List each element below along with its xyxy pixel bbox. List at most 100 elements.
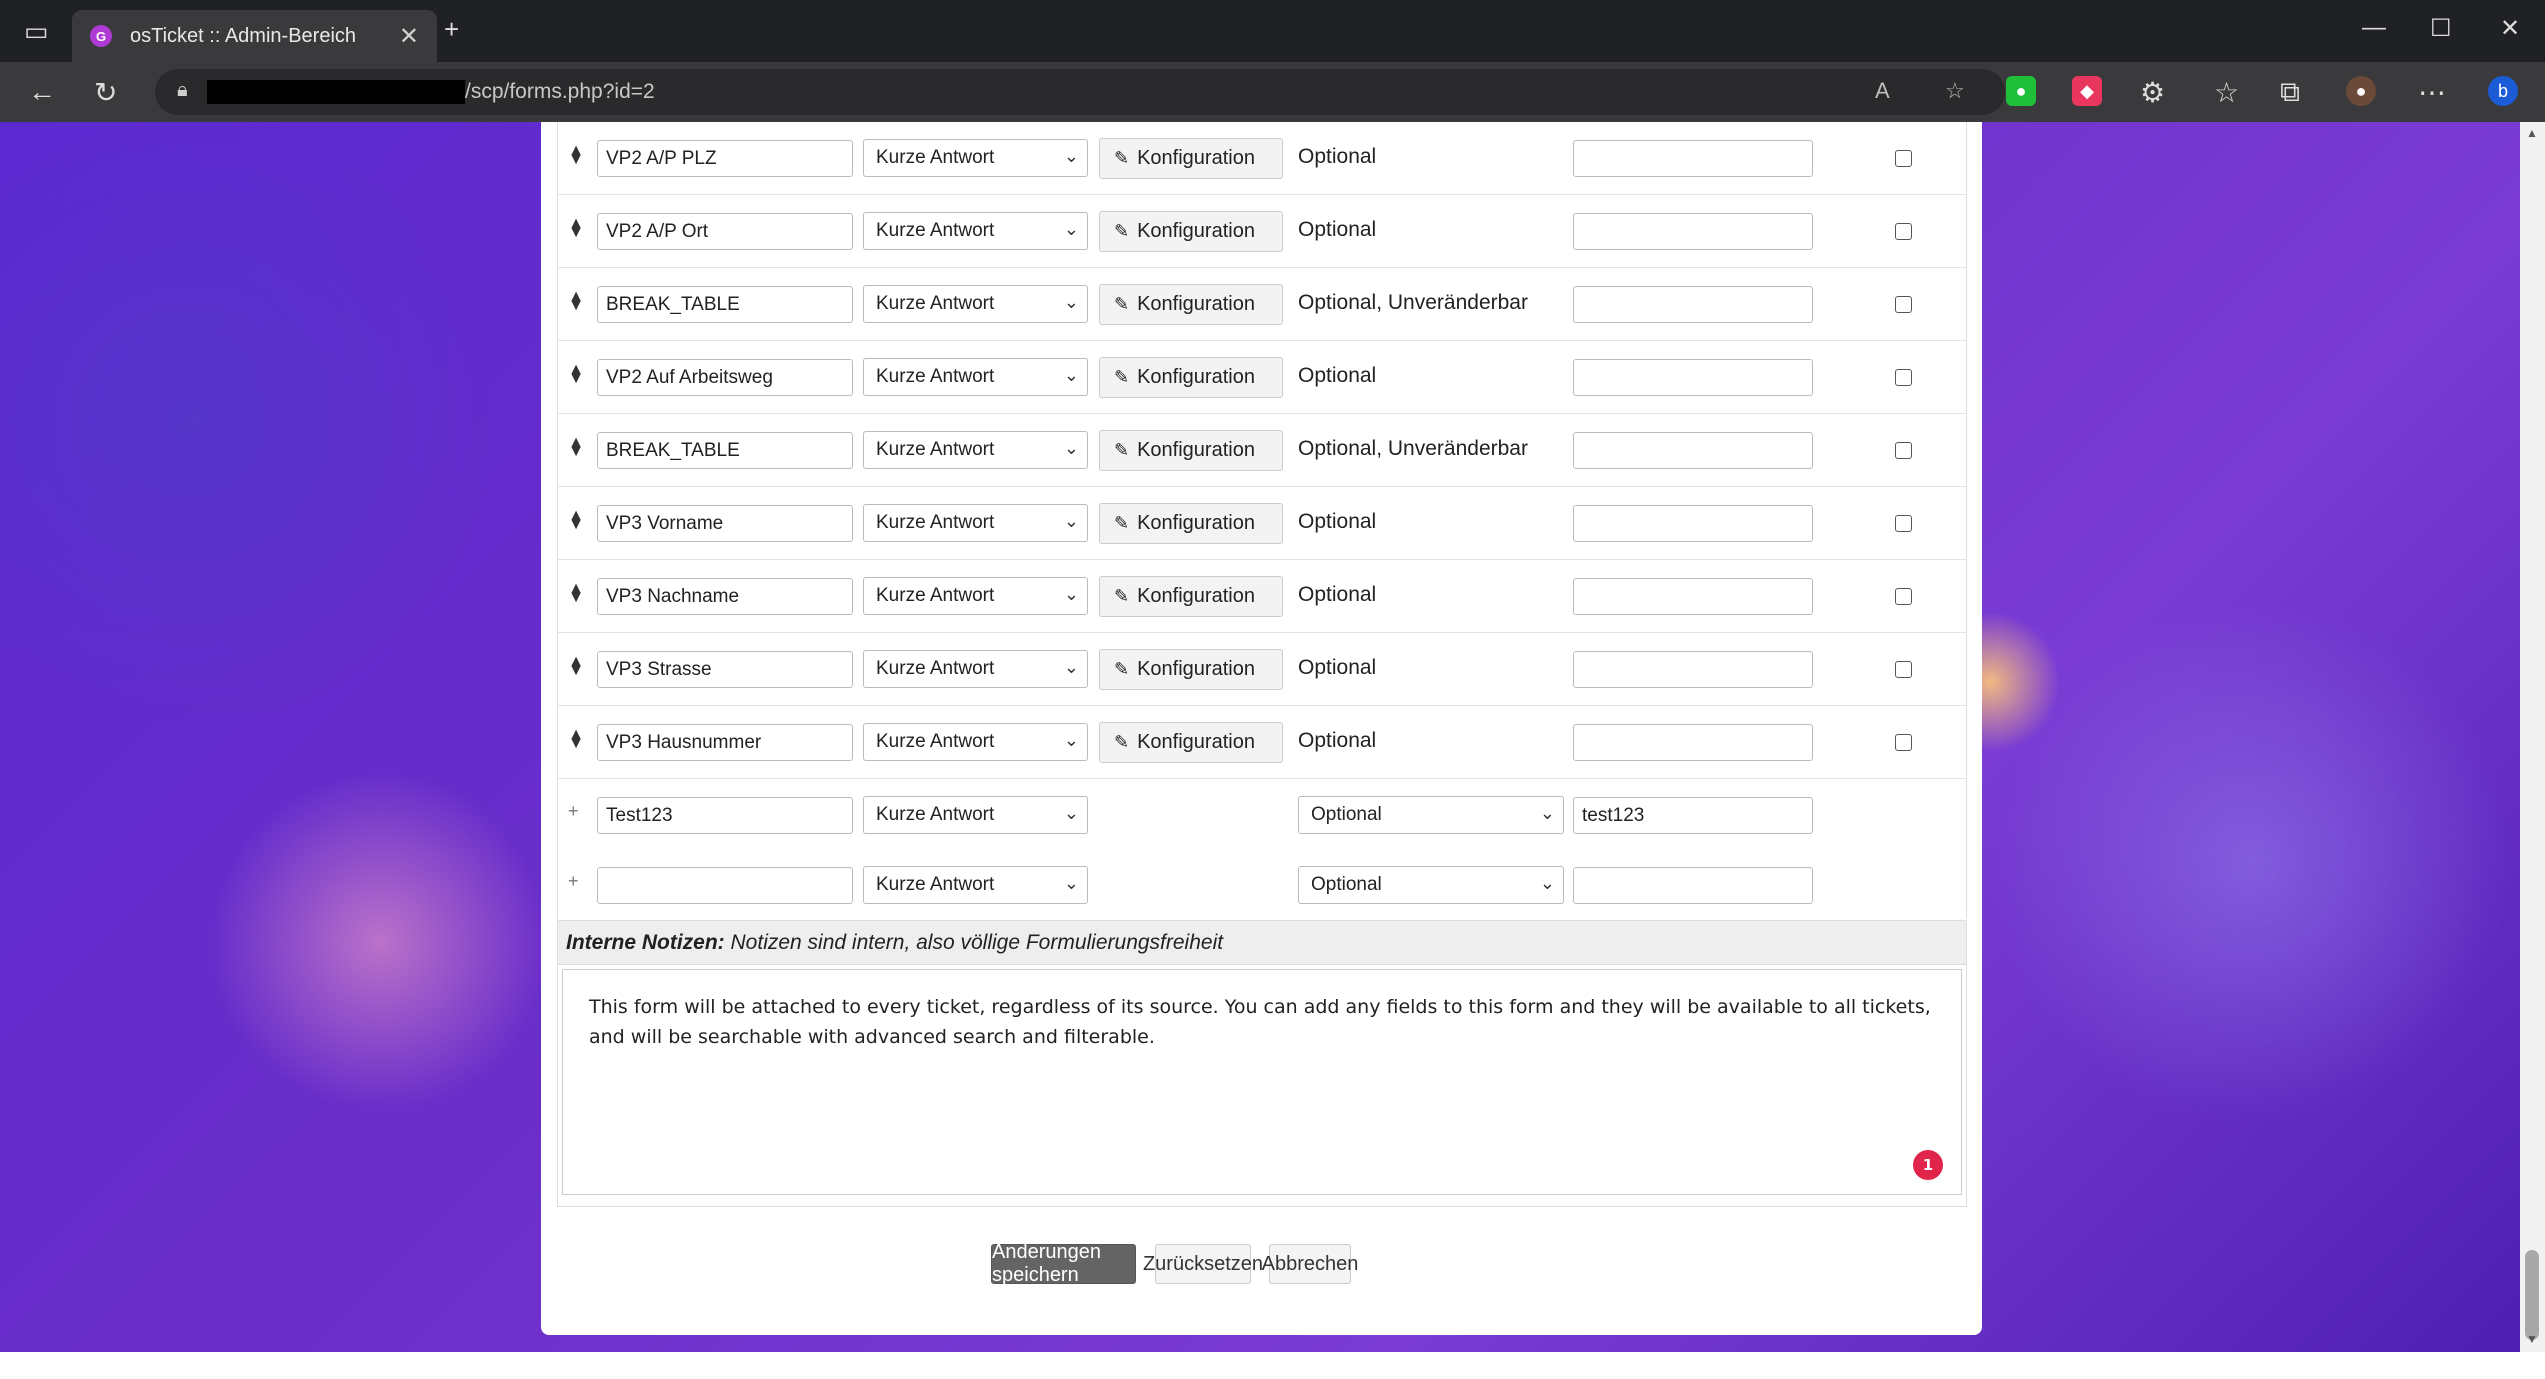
maximize-icon[interactable]: ☐	[2430, 14, 2452, 43]
config-label: Konfiguration	[1137, 512, 1255, 534]
field-label-input[interactable]: VP2 A/P Ort	[597, 213, 853, 250]
drag-handle-icon[interactable]: ▲ ▼	[568, 727, 584, 752]
field-type-select[interactable]: Kurze Antwort ⌄	[863, 796, 1088, 834]
drag-handle-icon[interactable]: ▲ ▼	[568, 216, 584, 241]
field-type-select[interactable]: Kurze Antwort ⌄	[863, 723, 1088, 761]
field-type-select[interactable]: Kurze Antwort ⌄	[863, 358, 1088, 396]
save-button[interactable]: Änderungen speichern	[991, 1241, 1136, 1286]
visibility-select[interactable]: Optional ⌄	[1298, 866, 1564, 904]
field-type-value: Kurze Antwort	[876, 220, 995, 241]
reload-icon[interactable]: ↻	[94, 76, 117, 109]
field-type-select[interactable]: Kurze Antwort ⌄	[863, 504, 1088, 542]
field-type-select[interactable]: Kurze Antwort ⌄	[863, 866, 1088, 904]
reset-button[interactable]: Zurücksetzen	[1143, 1244, 1263, 1284]
drag-handle-icon[interactable]: ▲ ▼	[568, 289, 584, 314]
visibility-text: Optional	[1298, 145, 1377, 168]
field-name-input[interactable]	[1573, 651, 1813, 688]
drag-handle-icon[interactable]: ▲ ▼	[568, 143, 584, 168]
profile-avatar[interactable]: ●	[2346, 76, 2376, 106]
field-type-select[interactable]: Kurze Antwort ⌄	[863, 285, 1088, 323]
field-type-select[interactable]: Kurze Antwort ⌄	[863, 577, 1088, 615]
tab-actions-icon[interactable]: ▭	[24, 16, 49, 47]
drag-handle-icon[interactable]: ▲ ▼	[568, 654, 584, 679]
delete-checkbox[interactable]	[1895, 150, 1912, 167]
field-label-input[interactable]: VP3 Hausnummer	[597, 724, 853, 761]
field-row: ▲ ▼ VP2 A/P PLZ Kurze Antwort ⌄ ✎ Konfigura…	[558, 122, 1966, 195]
delete-checkbox[interactable]	[1895, 588, 1912, 605]
url-text: /scp/forms.php?id=2	[465, 80, 655, 103]
field-name-input[interactable]	[1573, 505, 1813, 542]
config-button[interactable]: ✎ Konfiguration	[1099, 211, 1283, 252]
config-button[interactable]: ✎ Konfiguration	[1099, 284, 1283, 325]
field-name-input[interactable]	[1573, 578, 1813, 615]
drag-handle-icon[interactable]: ▲ ▼	[568, 362, 584, 387]
more-menu-icon[interactable]: ⋯	[2418, 76, 2446, 109]
delete-checkbox[interactable]	[1895, 661, 1912, 678]
bing-icon[interactable]: b	[2488, 76, 2518, 106]
field-name-input[interactable]	[1573, 286, 1813, 323]
field-name-input[interactable]	[1573, 213, 1813, 250]
page-scrollbar[interactable]: ▲ ▼	[2520, 122, 2545, 1352]
config-button[interactable]: ✎ Konfiguration	[1099, 357, 1283, 398]
field-label-input[interactable]	[597, 867, 853, 904]
field-name-input[interactable]	[1573, 724, 1813, 761]
collections-icon[interactable]: ⧉	[2280, 76, 2300, 109]
config-button[interactable]: ✎ Konfiguration	[1099, 430, 1283, 471]
visibility-text: Optional, Unveränderbar	[1298, 291, 1528, 314]
extension-green-icon[interactable]: ●	[2006, 76, 2036, 106]
config-button[interactable]: ✎ Konfiguration	[1099, 649, 1283, 690]
scrollbar-thumb[interactable]	[2525, 1250, 2539, 1340]
delete-checkbox[interactable]	[1895, 734, 1912, 751]
scroll-down-icon[interactable]: ▼	[2526, 1332, 2538, 1346]
field-label-input[interactable]: VP2 Auf Arbeitsweg	[597, 359, 853, 396]
drag-handle-icon[interactable]: ▲ ▼	[568, 435, 584, 460]
field-label-input[interactable]: VP3 Nachname	[597, 578, 853, 615]
visibility-select[interactable]: Optional ⌄	[1298, 796, 1564, 834]
close-tab-icon[interactable]: ✕	[399, 22, 419, 51]
delete-checkbox[interactable]	[1895, 223, 1912, 240]
delete-checkbox[interactable]	[1895, 515, 1912, 532]
config-button[interactable]: ✎ Konfiguration	[1099, 138, 1283, 179]
field-label-input[interactable]: VP3 Strasse	[597, 651, 853, 688]
visibility-text: Optional, Unveränderbar	[1298, 437, 1528, 460]
read-aloud-icon[interactable]: A	[1875, 78, 1890, 104]
notification-badge[interactable]: 1	[1913, 1150, 1943, 1180]
drag-handle-icon[interactable]: ▲ ▼	[568, 581, 584, 606]
back-icon[interactable]: ←	[28, 76, 56, 108]
cancel-button[interactable]: Abbrechen	[1262, 1244, 1358, 1284]
field-type-value: Kurze Antwort	[876, 293, 995, 314]
browser-tab[interactable]: G osTicket :: Admin-Bereich ✕	[72, 10, 437, 62]
delete-checkbox[interactable]	[1895, 369, 1912, 386]
delete-checkbox[interactable]	[1895, 296, 1912, 313]
new-tab-icon[interactable]: +	[444, 14, 459, 45]
field-label-input[interactable]: BREAK_TABLE	[597, 432, 853, 469]
field-label-input[interactable]: Test123	[597, 797, 853, 834]
extension-pink-icon[interactable]: ◆	[2072, 76, 2102, 106]
notes-editor[interactable]: This form will be attached to every tick…	[562, 969, 1962, 1195]
extensions-icon[interactable]: ⚙	[2140, 76, 2165, 109]
address-bar[interactable]: 🔒︎ /scp/forms.php?id=2 A ☆	[155, 69, 2005, 115]
delete-checkbox[interactable]	[1895, 442, 1912, 459]
field-type-select[interactable]: Kurze Antwort ⌄	[863, 431, 1088, 469]
field-name-input[interactable]	[1573, 867, 1813, 904]
field-type-value: Kurze Antwort	[876, 804, 995, 825]
scroll-up-icon[interactable]: ▲	[2526, 126, 2538, 140]
favorite-add-icon[interactable]: ☆	[1945, 78, 1965, 104]
drag-handle-icon[interactable]: ▲ ▼	[568, 508, 584, 533]
field-name-input[interactable]	[1573, 359, 1813, 396]
field-label-input[interactable]: BREAK_TABLE	[597, 286, 853, 323]
field-name-input[interactable]	[1573, 432, 1813, 469]
field-label-input[interactable]: VP2 A/P PLZ	[597, 140, 853, 177]
close-window-icon[interactable]: ✕	[2500, 14, 2520, 43]
field-name-input[interactable]	[1573, 140, 1813, 177]
field-label-input[interactable]: VP3 Vorname	[597, 505, 853, 542]
field-type-select[interactable]: Kurze Antwort ⌄	[863, 139, 1088, 177]
field-type-select[interactable]: Kurze Antwort ⌄	[863, 212, 1088, 250]
config-button[interactable]: ✎ Konfiguration	[1099, 576, 1283, 617]
config-button[interactable]: ✎ Konfiguration	[1099, 722, 1283, 763]
minimize-icon[interactable]: —	[2362, 14, 2386, 42]
field-type-select[interactable]: Kurze Antwort ⌄	[863, 650, 1088, 688]
favorites-icon[interactable]: ☆	[2214, 76, 2239, 109]
config-button[interactable]: ✎ Konfiguration	[1099, 503, 1283, 544]
field-name-input[interactable]: test123	[1573, 797, 1813, 834]
